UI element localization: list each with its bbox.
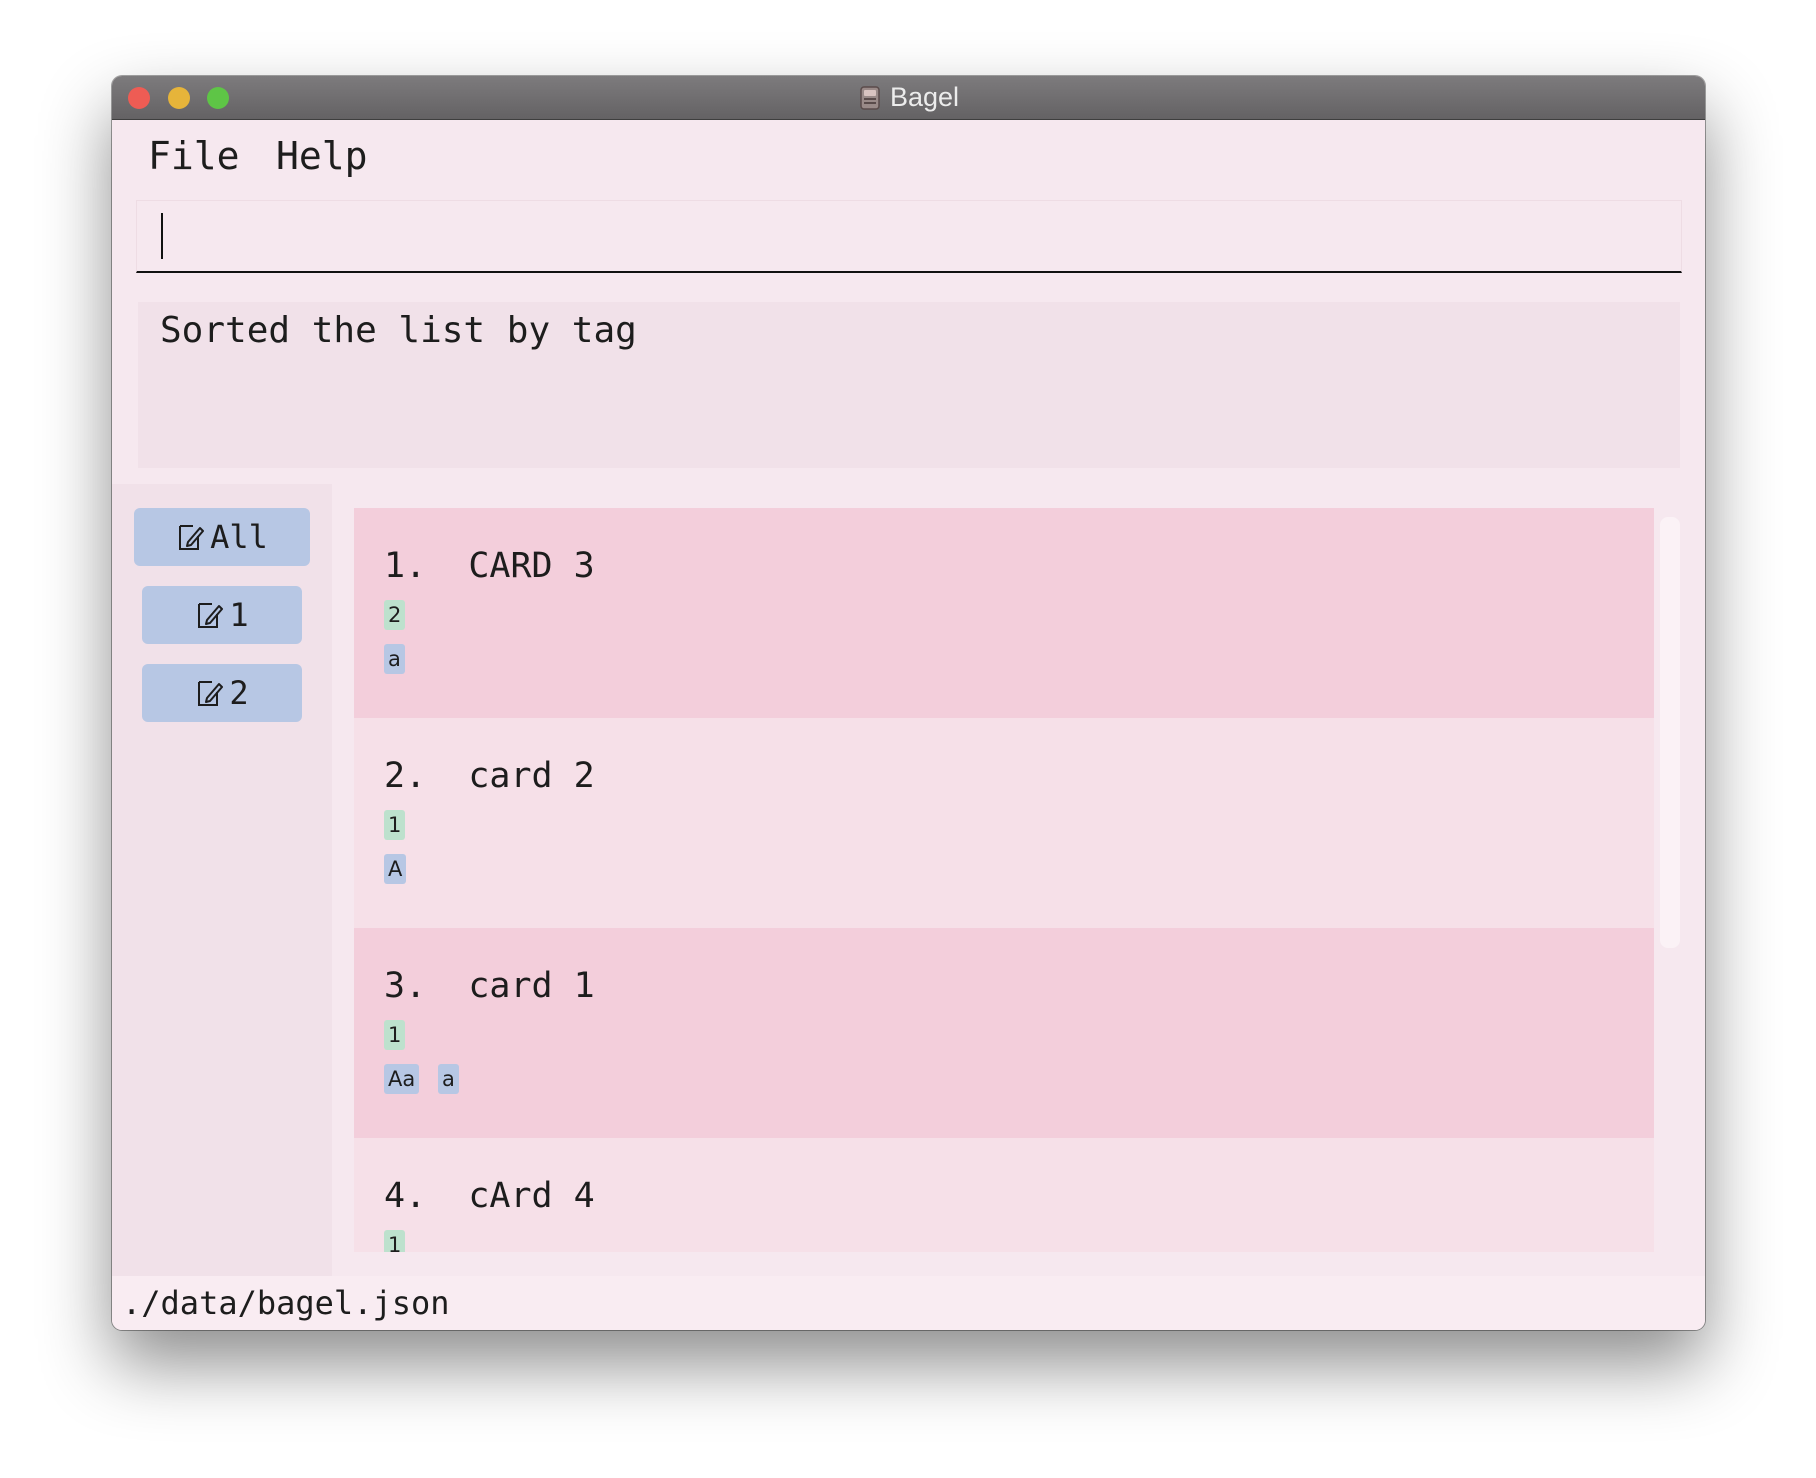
edit-note-icon xyxy=(179,525,205,550)
card-index: 3. xyxy=(384,966,427,1006)
card-item[interactable]: 3. card 1 1 Aa a xyxy=(354,928,1654,1138)
window-title-group: Bagel xyxy=(112,76,1705,119)
card-item[interactable]: 4. cArd 4 1 xyxy=(354,1138,1654,1252)
card-item[interactable]: 1. CARD 3 2 a xyxy=(354,508,1654,718)
data-file-path: ./data/bagel.json xyxy=(122,1284,450,1322)
menu-file[interactable]: File xyxy=(148,134,240,178)
menu-bar: File Help xyxy=(112,120,1705,190)
card-number-tag: 1 xyxy=(384,1020,406,1050)
card-title: card 2 xyxy=(468,756,595,796)
card-title: CARD 3 xyxy=(468,546,595,586)
sidebar-item-2[interactable]: 2 xyxy=(142,664,302,722)
card-heading: 4. cArd 4 xyxy=(384,1176,595,1216)
window-title: Bagel xyxy=(889,82,960,112)
card-tag: Aa xyxy=(384,1064,420,1094)
edit-note-icon xyxy=(198,603,224,628)
card-number-tag: 1 xyxy=(384,810,406,840)
title-bar: Bagel xyxy=(112,76,1705,120)
text-caret xyxy=(161,213,163,259)
card-tag: a xyxy=(384,644,405,674)
status-bar: ./data/bagel.json xyxy=(112,1276,1705,1330)
command-input[interactable] xyxy=(136,200,1682,273)
sidebar-item-label: 2 xyxy=(229,674,249,712)
bagel-app-icon xyxy=(860,85,880,110)
card-heading: 1. CARD 3 xyxy=(384,546,595,586)
card-tag: a xyxy=(438,1064,459,1094)
result-message: Sorted the list by tag xyxy=(160,310,637,351)
card-index: 2. xyxy=(384,756,427,796)
card-list[interactable]: 1. CARD 3 2 a 2. card 2 1 A 3. card 1 1 … xyxy=(354,508,1654,1252)
card-index: 4. xyxy=(384,1176,427,1216)
card-title: cArd 4 xyxy=(468,1176,595,1216)
sidebar-item-all[interactable]: All xyxy=(134,508,310,566)
edit-note-icon xyxy=(198,681,224,706)
card-heading: 2. card 2 xyxy=(384,756,595,796)
sidebar-item-label: 1 xyxy=(229,596,249,634)
sidebar-item-label: All xyxy=(210,518,268,556)
result-display: Sorted the list by tag xyxy=(138,302,1680,468)
card-number-tag: 2 xyxy=(384,600,406,630)
card-item[interactable]: 2. card 2 1 A xyxy=(354,718,1654,928)
card-title: card 1 xyxy=(468,966,595,1006)
card-tag: A xyxy=(384,854,407,884)
card-list-scrollbar[interactable] xyxy=(1660,517,1680,948)
card-number-tag: 1 xyxy=(384,1230,406,1252)
menu-help[interactable]: Help xyxy=(276,134,368,178)
card-index: 1. xyxy=(384,546,427,586)
sidebar-item-1[interactable]: 1 xyxy=(142,586,302,644)
app-window: Bagel File Help Sorted the list by tag A… xyxy=(112,76,1705,1330)
card-heading: 3. card 1 xyxy=(384,966,595,1006)
